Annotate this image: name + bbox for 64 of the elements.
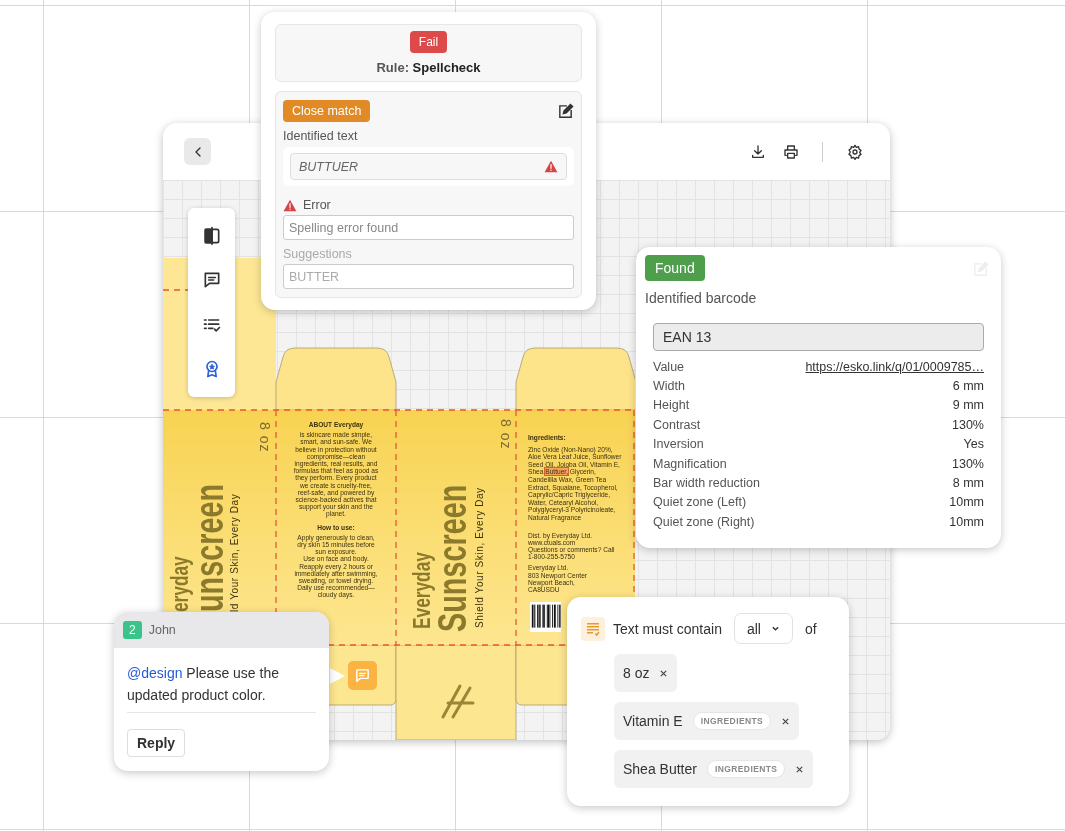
term-text: Vitamin E <box>623 713 683 729</box>
mode-dropdown[interactable]: all <box>733 613 793 644</box>
identified-text: BUTTUER <box>299 159 359 174</box>
tagline: Shield Your Skin, Every Day <box>475 487 485 628</box>
product-name: unscreen <box>193 483 225 612</box>
term-text: 8 oz <box>623 665 650 681</box>
product-name: Sunscreen <box>436 484 468 632</box>
status-badge: Found <box>645 255 705 281</box>
rule-label: Text must contain <box>613 620 722 637</box>
property-label: Bar width reduction <box>653 476 760 491</box>
edit-icon[interactable] <box>557 102 574 120</box>
error-field[interactable]: Spelling error found <box>283 215 574 240</box>
property-label: Inversion <box>653 437 704 452</box>
term-text: Shea Butter <box>623 761 697 777</box>
value-link[interactable]: https://esko.link/q/01/0009785… <box>805 359 984 374</box>
property-label: Value <box>653 359 685 374</box>
comment-text: @design Please use the updated product color. <box>127 662 316 713</box>
card-title: Identified barcode <box>645 290 758 306</box>
remove-icon[interactable] <box>781 716 791 726</box>
settings-icon <box>846 143 863 160</box>
field-label: Error <box>303 198 331 212</box>
brand-name: eryday <box>168 556 192 612</box>
rule-label: of <box>804 620 817 637</box>
rule-title: Rule: Spellcheck <box>376 60 481 75</box>
tagline: ld Your Skin, Every Day <box>230 493 240 612</box>
barcode-type-field[interactable]: EAN 13 <box>653 323 984 351</box>
remove-icon[interactable] <box>659 668 669 678</box>
caret-icon <box>770 624 780 633</box>
comment-icon <box>354 667 371 684</box>
reply-button[interactable]: Reply <box>127 729 186 757</box>
section-tag: INGREDIENTS <box>706 760 786 778</box>
section-tag: INGREDIENTS <box>692 712 772 730</box>
property-value: 10mm <box>949 514 984 529</box>
property-value: 130% <box>952 456 984 471</box>
printer-icon <box>782 143 799 160</box>
author-name: John <box>148 623 176 637</box>
remove-icon[interactable] <box>795 764 805 774</box>
field-label: Suggestions <box>283 247 353 261</box>
property-label: Height <box>653 398 690 413</box>
warning-icon <box>544 160 558 173</box>
property-label: Width <box>653 379 685 394</box>
warning-icon <box>283 198 297 212</box>
download-icon <box>749 143 766 160</box>
property-label: Contrast <box>653 417 701 432</box>
property-value: 10mm <box>949 495 984 510</box>
property-label: Magnification <box>653 456 727 471</box>
count-badge: 2 <box>123 621 142 639</box>
checklist-icon <box>581 616 605 641</box>
size-label: 8 oz <box>258 422 272 453</box>
field-label: Identified text <box>283 129 359 143</box>
property-value: 9 mm <box>952 398 984 413</box>
property-label: Quiet zone (Right) <box>653 514 755 529</box>
property-value: 6 mm <box>952 379 984 394</box>
status-badge: Fail <box>409 31 448 53</box>
back-button[interactable] <box>184 138 211 165</box>
property-label: Quiet zone (Left) <box>653 495 747 510</box>
brand-name: Everyday <box>410 552 434 629</box>
barcode-drawing <box>528 602 563 633</box>
property-value: 8 mm <box>952 476 984 491</box>
match-badge: Close match <box>283 100 371 122</box>
logo-icon <box>440 683 475 720</box>
property-value: Yes <box>963 437 984 452</box>
size-label: 8 oz <box>499 419 513 450</box>
property-value: 130% <box>952 417 984 432</box>
